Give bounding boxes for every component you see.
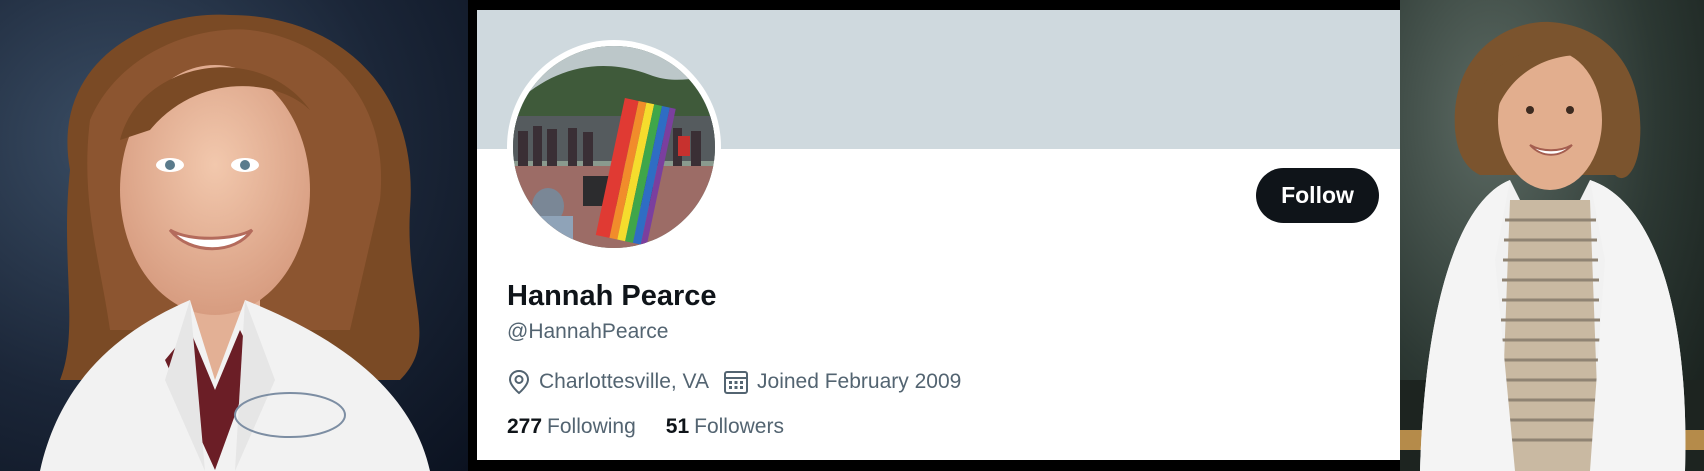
profile-meta: Charlottesville, VA Joined February 2009 [507, 366, 975, 398]
display-name: Hannah Pearce [507, 280, 717, 312]
following-link[interactable]: 277 Following [507, 415, 636, 439]
joined-item: Joined February 2009 [723, 369, 961, 395]
location-pin-icon [508, 369, 530, 395]
profile-stats: 277 Following 51 Followers [507, 415, 814, 439]
location-item: Charlottesville, VA [507, 369, 709, 395]
location-text: Charlottesville, VA [539, 370, 710, 393]
follow-button[interactable]: Follow [1256, 168, 1379, 223]
calendar-icon [724, 371, 749, 394]
left-portrait-photo [0, 0, 468, 471]
right-portrait-photo [1400, 0, 1704, 471]
screenshot-stage: Follow Hannah Pearce @HannahPearce Charl… [0, 0, 1704, 471]
joined-text: Joined February 2009 [757, 370, 962, 393]
following-label: Following [547, 415, 636, 438]
followers-link[interactable]: 51 Followers [666, 415, 784, 439]
followers-label: Followers [694, 415, 784, 438]
avatar[interactable] [513, 46, 715, 248]
followers-count: 51 [665, 415, 690, 438]
profile-card: Follow Hannah Pearce @HannahPearce Charl… [477, 10, 1400, 460]
username-handle: @HannahPearce [507, 320, 669, 343]
following-count: 277 [507, 415, 543, 438]
